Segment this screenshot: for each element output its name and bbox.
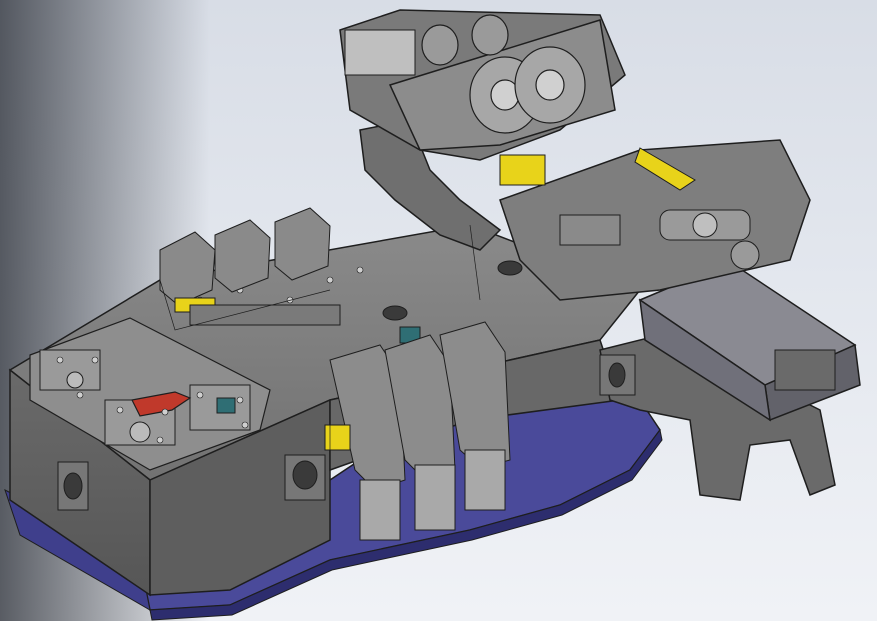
top-bore-2 bbox=[382, 305, 408, 321]
locating-pin-1 bbox=[66, 371, 84, 389]
top-bore-1 bbox=[497, 260, 523, 276]
assembly-model bbox=[0, 0, 861, 621]
yellow-sensor-1 bbox=[499, 154, 546, 186]
top-motor-block bbox=[344, 29, 416, 76]
motor-end-cap bbox=[774, 349, 836, 391]
front-port-bore bbox=[63, 472, 83, 500]
side-port-bore bbox=[292, 460, 318, 490]
right-port-bore bbox=[608, 362, 626, 388]
cad-viewport[interactable] bbox=[0, 0, 877, 621]
locating-pin-2 bbox=[129, 421, 151, 443]
teal-sensor-1 bbox=[216, 397, 236, 414]
